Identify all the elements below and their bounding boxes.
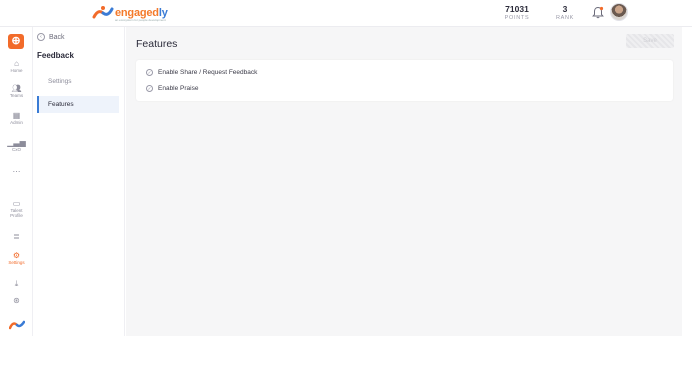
rail-item-list[interactable]: ≣ xyxy=(0,232,33,241)
plus-icon: ⊕ xyxy=(11,35,21,47)
feedback-subnav: ‹ Back Feedback Settings Features xyxy=(33,27,125,336)
features-card: ✓ Enable Share / Request Feedback ✓ Enab… xyxy=(136,60,673,101)
talent-profile-icon: ▭ xyxy=(12,199,21,208)
subnav-item-settings[interactable]: Settings xyxy=(37,73,119,90)
help-icon: ⊛ xyxy=(13,296,20,305)
rail-item-more[interactable]: ⋯ xyxy=(0,167,33,176)
left-rail: ⊕ ⌂ Home 👥︎ Teams ▦ Admin ▁▃▅ CxO ⋯ ▭ Ta… xyxy=(0,27,33,336)
chart-icon: ▁▃▅ xyxy=(7,138,26,147)
rail-item-label: Teams xyxy=(9,93,24,98)
logo-mark-icon xyxy=(92,6,114,19)
home-icon: ⌂ xyxy=(14,59,19,68)
save-button[interactable]: Save xyxy=(626,34,674,48)
rank-value: 3 xyxy=(562,4,568,14)
rail-item-talent-profile[interactable]: ▭ Talent Profile xyxy=(0,199,33,218)
rail-item-help[interactable]: ⊛ xyxy=(0,296,33,305)
download-icon: ⤓ xyxy=(14,279,19,288)
admin-icon: ▦ xyxy=(12,111,21,120)
points-value: 71031 xyxy=(505,4,529,14)
teams-icon: 👥︎ xyxy=(11,84,22,93)
rail-item-label: Talent Profile xyxy=(10,208,23,218)
more-icon: ⋯ xyxy=(12,167,21,176)
brand-mark-icon[interactable] xyxy=(9,319,25,331)
rail-item-cxo[interactable]: ▁▃▅ CxO xyxy=(0,138,33,152)
settings-icon: ⚙ xyxy=(12,251,21,260)
add-button[interactable]: ⊕ xyxy=(8,34,24,49)
rail-item-teams[interactable]: 👥︎ Teams xyxy=(0,84,33,98)
rail-item-home[interactable]: ⌂ Home xyxy=(0,59,33,73)
rail-item-label: CxO xyxy=(12,147,21,152)
check-circle-icon[interactable]: ✓ xyxy=(146,85,153,92)
bottom-gutter xyxy=(0,336,692,366)
points-label: POINTS xyxy=(504,15,530,21)
feature-share-request-feedback[interactable]: ✓ Enable Share / Request Feedback xyxy=(146,69,257,76)
back-label: Back xyxy=(49,33,65,41)
logo-tagline: an ecosystem for people development xyxy=(115,18,166,22)
top-header: engagedly an ecosystem for people develo… xyxy=(0,0,692,27)
feature-label: Enable Praise xyxy=(158,85,199,92)
logo-text: engagedly xyxy=(115,6,168,19)
main-content: Features Save ✓ Enable Share / Request F… xyxy=(126,27,682,336)
engagedly-logo[interactable]: engagedly an ecosystem for people develo… xyxy=(92,5,168,22)
rail-item-settings[interactable]: ⚙ Settings xyxy=(0,251,33,265)
right-gutter xyxy=(682,27,692,336)
notification-bell-icon[interactable] xyxy=(592,6,604,19)
rail-item-label: Settings xyxy=(8,260,25,265)
rail-item-label: Home xyxy=(10,68,23,73)
rank-stat: 3 RANK xyxy=(553,4,577,22)
back-arrow-icon: ‹ xyxy=(37,33,45,41)
rail-item-admin[interactable]: ▦ Admin xyxy=(0,111,33,125)
check-circle-icon[interactable]: ✓ xyxy=(146,69,153,76)
rail-item-label: Admin xyxy=(10,120,23,125)
points-stat: 71031 POINTS xyxy=(501,4,533,22)
page-title: Features xyxy=(136,38,178,50)
rail-item-download[interactable]: ⤓ xyxy=(0,279,33,288)
feature-label: Enable Share / Request Feedback xyxy=(158,69,258,76)
subnav-item-features[interactable]: Features xyxy=(37,96,119,113)
subnav-title: Feedback xyxy=(37,51,74,60)
user-avatar[interactable] xyxy=(610,3,628,21)
back-link[interactable]: ‹ Back xyxy=(37,33,65,41)
feature-enable-praise[interactable]: ✓ Enable Praise xyxy=(146,85,198,92)
rank-label: RANK xyxy=(555,15,575,21)
list-icon: ≣ xyxy=(13,232,20,241)
